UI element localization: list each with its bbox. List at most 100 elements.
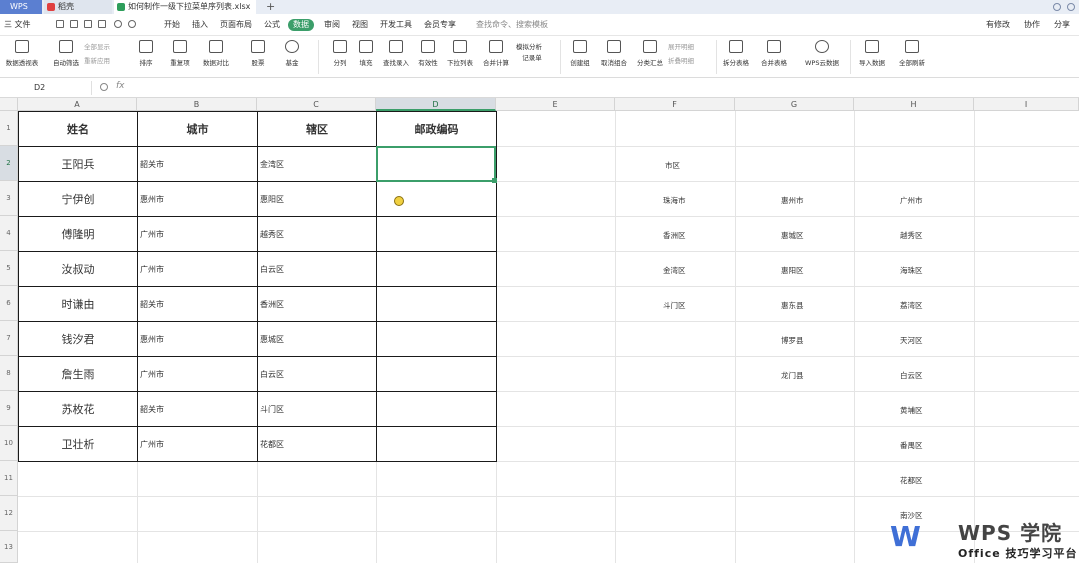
list-f-item[interactable]: 珠海市 [663,195,686,206]
subtotal-button[interactable]: 分类汇总 [632,38,668,76]
header-city[interactable]: 城市 [137,111,258,147]
column-header-c[interactable]: C [257,98,376,111]
list-g-item[interactable]: 惠阳区 [781,265,804,276]
cell-name[interactable]: 詹生雨 [18,356,138,392]
collaborate-button[interactable]: 协作 [1024,19,1040,30]
list-h-item[interactable]: 白云区 [900,370,923,381]
list-f-item[interactable]: 金湾区 [663,265,686,276]
list-h-item[interactable]: 黄埔区 [900,405,923,416]
cell-postcode[interactable] [376,251,497,287]
column-header-a[interactable]: A [18,98,137,111]
cell-name[interactable]: 时谦由 [18,286,138,322]
duplicates-button[interactable]: 重复项 [162,38,198,76]
cell-name[interactable]: 王阳兵 [18,146,138,182]
menu-view[interactable]: 视图 [352,19,368,31]
column-header-h[interactable]: H [854,98,974,111]
cell-city[interactable]: 韶关市 [137,286,258,322]
redo-icon[interactable] [128,20,136,28]
cell-postcode[interactable] [376,391,497,427]
dropdown-list-button[interactable]: 下拉列表 [442,38,478,76]
menu-developer[interactable]: 开发工具 [380,19,412,31]
menu-start[interactable]: 开始 [164,19,180,31]
validity-button[interactable]: 有效性 [410,38,446,76]
cell-postcode[interactable] [376,321,497,357]
cell-district[interactable]: 花都区 [257,426,377,462]
list-h-item[interactable]: 花都区 [900,475,923,486]
file-menu[interactable]: 三 文件 [4,19,31,31]
cell-district[interactable]: 香洲区 [257,286,377,322]
column-header-f[interactable]: F [615,98,735,111]
row-header-6[interactable]: 6 [0,286,18,321]
list-h-item[interactable]: 海珠区 [900,265,923,276]
cell-postcode[interactable] [376,356,497,392]
tab-document[interactable]: 如何制作一级下拉菜单序列表.xlsx [114,0,256,14]
menu-page-layout[interactable]: 页面布局 [220,19,252,31]
merge-table-button[interactable]: 合并表格 [756,38,792,76]
row-header-3[interactable]: 3 [0,181,18,216]
cell-district[interactable]: 惠阳区 [257,181,377,217]
header-postcode[interactable]: 邮政编码 [376,111,497,147]
cell-name[interactable]: 苏枚花 [18,391,138,427]
reapply-button[interactable]: 重新应用 [84,55,110,65]
row-header-8[interactable]: 8 [0,356,18,391]
row-header-9[interactable]: 9 [0,391,18,426]
consolidate-button[interactable]: 合并计算 [478,38,514,76]
fund-button[interactable]: 基金 [274,38,310,76]
tab-wps-home[interactable]: WPS [0,0,42,14]
fx-icon[interactable]: fx [116,81,125,91]
collapse-detail-button[interactable]: 折叠明细 [668,55,694,65]
new-tab-button[interactable]: + [266,0,275,13]
row-header-10[interactable]: 10 [0,426,18,461]
preview-icon[interactable] [84,20,92,28]
lookup-entry-button[interactable]: 查找录入 [378,38,414,76]
copy-icon[interactable] [98,20,106,28]
row-header-11[interactable]: 11 [0,461,18,496]
command-search[interactable]: 查找命令、搜索模板 [476,19,548,30]
cell-city[interactable]: 韶关市 [137,146,258,182]
expand-detail-button[interactable]: 展开明细 [668,41,694,51]
cell-city[interactable]: 惠州市 [137,181,258,217]
cell-city[interactable]: 广州市 [137,426,258,462]
cell-district[interactable]: 白云区 [257,251,377,287]
cell-postcode[interactable] [376,286,497,322]
cell-postcode[interactable] [376,216,497,252]
list-f-item[interactable]: 斗门区 [663,300,686,311]
column-header-d[interactable]: D [376,98,496,111]
select-all-corner[interactable] [0,98,18,111]
list-g-item[interactable]: 惠州市 [781,195,804,206]
column-header-e[interactable]: E [496,98,615,111]
cell-postcode[interactable] [376,426,497,462]
data-compare-button[interactable]: 数据对比 [198,38,234,76]
zoom-icon[interactable] [100,83,108,91]
list-h-item[interactable]: 越秀区 [900,230,923,241]
cell-name[interactable]: 宁伊创 [18,181,138,217]
formula-input[interactable] [144,81,1074,95]
active-cell-d2[interactable] [376,146,496,182]
stock-button[interactable]: 股票 [240,38,276,76]
cell-city[interactable]: 韶关市 [137,391,258,427]
list-g-item[interactable]: 龙门县 [781,370,804,381]
cell-district[interactable]: 白云区 [257,356,377,392]
cell-district[interactable]: 惠城区 [257,321,377,357]
ungroup-button[interactable]: 取消组合 [596,38,632,76]
print-icon[interactable] [70,20,78,28]
cell-district[interactable]: 越秀区 [257,216,377,252]
name-box[interactable]: D2 [2,81,92,95]
list-g-item[interactable]: 惠东县 [781,300,804,311]
sort-button[interactable]: 排序 [128,38,164,76]
menu-member[interactable]: 会员专享 [424,19,456,31]
header-district[interactable]: 辖区 [257,111,377,147]
cell-name[interactable]: 卫壮析 [18,426,138,462]
cell-name[interactable]: 钱汐君 [18,321,138,357]
list-h-item[interactable]: 广州市 [900,195,923,206]
cell-city[interactable]: 广州市 [137,356,258,392]
cell-district[interactable]: 金湾区 [257,146,377,182]
row-header-5[interactable]: 5 [0,251,18,286]
cell-city[interactable]: 广州市 [137,251,258,287]
menu-insert[interactable]: 插入 [192,19,208,31]
list-f-item[interactable]: 市区 [665,160,680,171]
pivot-table-button[interactable]: 数据透视表 [4,38,40,76]
avatar-icon[interactable] [1067,3,1075,11]
row-header-13[interactable]: 13 [0,531,18,563]
list-g-item[interactable]: 惠城区 [781,230,804,241]
